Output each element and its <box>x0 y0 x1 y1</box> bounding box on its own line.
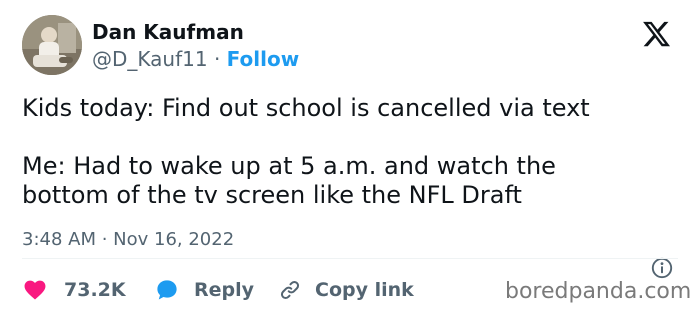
follow-button[interactable]: Follow <box>227 47 300 71</box>
author-handle[interactable]: @D_Kauf11 <box>92 47 208 71</box>
avatar[interactable] <box>22 15 82 75</box>
tweet-paragraph: Me: Had to wake up at 5 a.m. and watch t… <box>22 152 556 209</box>
avatar-photo <box>22 15 82 75</box>
reply-label: Reply <box>194 279 255 301</box>
link-icon <box>279 279 301 301</box>
x-logo-icon[interactable] <box>641 19 672 49</box>
watermark: boredpanda.com <box>505 279 692 304</box>
heart-icon <box>24 280 46 300</box>
copy-link-button[interactable]: Copy link <box>279 277 414 303</box>
speech-bubble-icon <box>156 279 178 301</box>
display-name[interactable]: Dan Kaufman <box>92 20 244 44</box>
separator-dot: · <box>213 47 221 71</box>
tweet-card: Dan Kaufman @D_Kauf11 · Follow Kids toda… <box>0 0 700 318</box>
like-count: 73.2K <box>64 279 126 301</box>
reply-button[interactable]: Reply <box>156 277 254 303</box>
tweet-timestamp[interactable]: 3:48 AM · Nov 16, 2022 <box>22 229 234 251</box>
divider <box>22 258 678 259</box>
tweet-paragraph: Kids today: Find out school is cancelled… <box>22 94 590 122</box>
copy-link-label: Copy link <box>315 279 414 301</box>
info-icon[interactable] <box>651 257 673 279</box>
author-handle-line: @D_Kauf11 · Follow <box>92 47 299 71</box>
tweet-text: Kids today: Find out school is cancelled… <box>22 94 682 210</box>
like-button[interactable]: 73.2K <box>24 277 126 303</box>
